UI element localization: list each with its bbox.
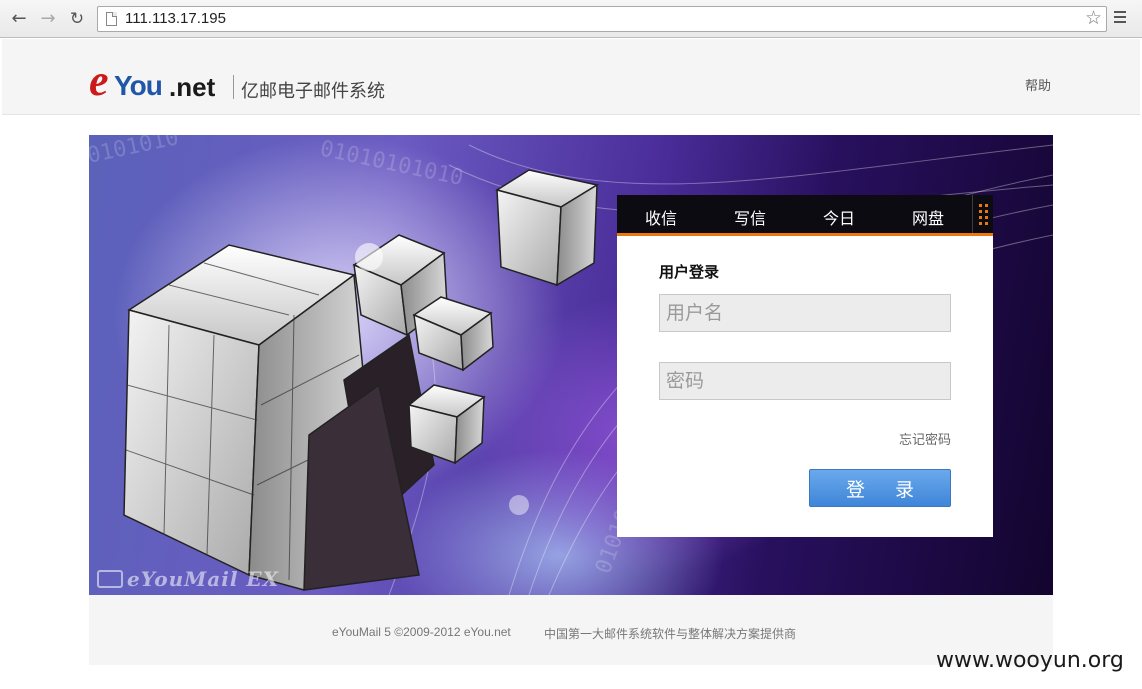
tab-divider	[972, 195, 973, 233]
envelope-icon	[97, 570, 123, 588]
slogan-text: 中国第一大邮件系统软件与整体解决方案提供商	[544, 627, 797, 641]
username-input[interactable]	[659, 294, 951, 332]
footer: eYouMail 5 ©2009-2012 eYou.net 中国第一大邮件系统…	[89, 595, 1053, 665]
logo-e: e	[89, 56, 109, 105]
page-icon	[106, 12, 117, 26]
tab-today[interactable]: 今日	[823, 205, 855, 229]
logo-net: .net	[169, 72, 216, 102]
url-text[interactable]: 111.113.17.195	[125, 10, 226, 27]
help-link[interactable]: 帮助	[1025, 75, 1051, 94]
site-watermark: www.wooyun.org	[936, 648, 1124, 673]
tab-inbox[interactable]: 收信	[645, 205, 677, 229]
svg-text:0101010: 0101010	[89, 135, 181, 169]
login-title: 用户登录	[659, 263, 720, 281]
system-name: 亿邮电子邮件系统	[241, 81, 385, 102]
login-tab-bar: 收信 写信 今日 网盘	[617, 195, 993, 236]
address-bar[interactable]: 111.113.17.195 ☆	[97, 6, 1107, 32]
tab-compose[interactable]: 写信	[734, 205, 766, 229]
tab-netdisk[interactable]: 网盘	[912, 205, 944, 229]
bookmark-star-icon[interactable]: ☆	[1085, 7, 1102, 29]
grip-dots-icon[interactable]	[979, 204, 989, 226]
login-button[interactable]: 登 录	[809, 469, 951, 507]
logo-you: You	[114, 70, 163, 101]
watermark-text: eYouMail EX	[127, 567, 280, 591]
logo-divider	[233, 75, 234, 99]
forward-arrow-icon[interactable]: →	[37, 8, 59, 30]
browser-toolbar: ← → ↻ 111.113.17.195 ☆	[0, 0, 1142, 38]
eyoumail-watermark: eYouMail EX	[97, 567, 279, 591]
svg-text:01010101010: 01010101010	[318, 136, 466, 191]
forgot-password-link[interactable]: 忘记密码	[899, 429, 951, 448]
site-header: e You .net 亿邮电子邮件系统 帮助	[2, 39, 1140, 115]
reload-icon[interactable]: ↻	[66, 8, 88, 30]
copyright-text: eYouMail 5 ©2009-2012 eYou.net	[332, 625, 511, 639]
login-form: 用户登录 忘记密码 登 录	[617, 236, 993, 537]
password-input[interactable]	[659, 362, 951, 400]
back-arrow-icon[interactable]: ←	[8, 8, 30, 30]
menu-icon[interactable]	[1114, 11, 1128, 25]
